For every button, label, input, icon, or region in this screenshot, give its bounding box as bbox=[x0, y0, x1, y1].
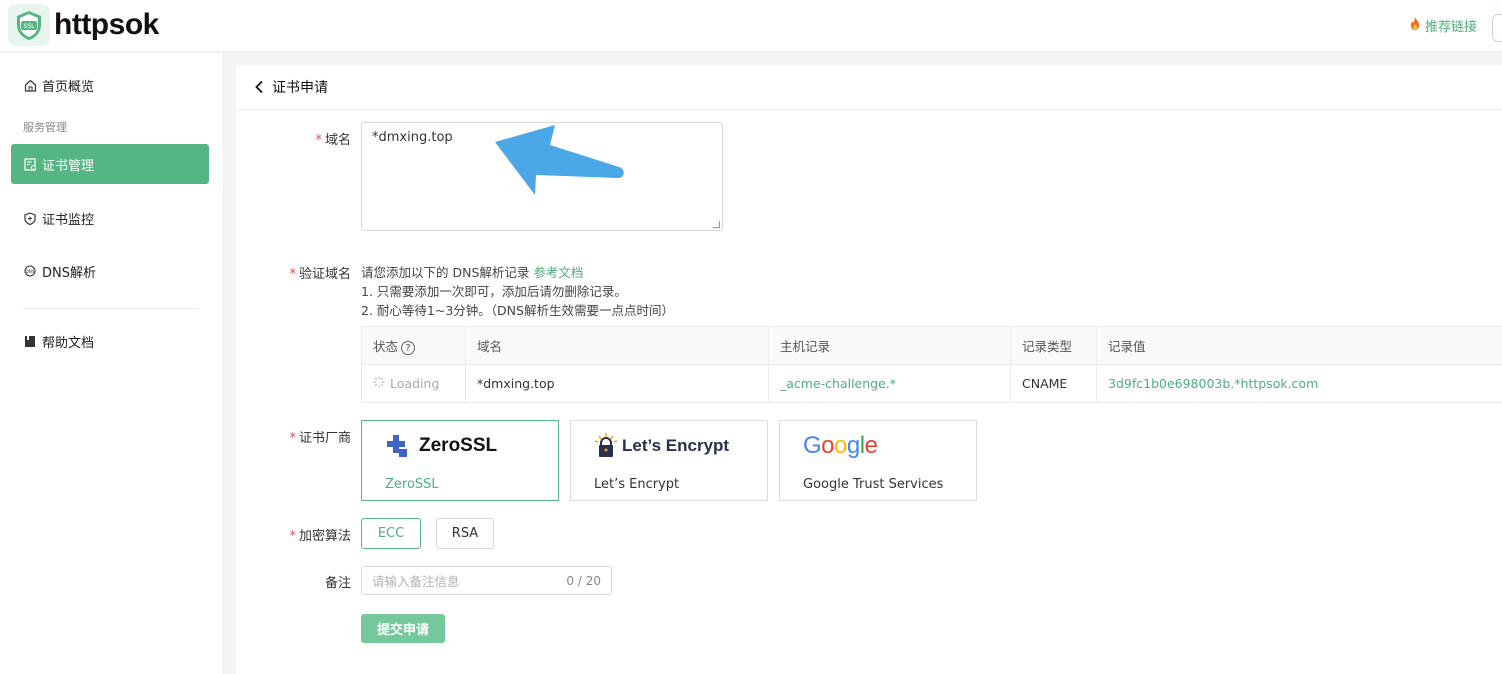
algorithm-label: * 加密算法 bbox=[236, 525, 351, 544]
top-header: SSL httpsok 推荐链接 bbox=[0, 0, 1502, 52]
home-icon bbox=[23, 78, 37, 92]
sidebar-item-cert-management[interactable]: 证书管理 bbox=[11, 144, 209, 184]
resize-handle-icon[interactable] bbox=[713, 221, 720, 228]
vendor-label-text: 证书厂商 bbox=[298, 431, 351, 446]
page-title: 证书申请 bbox=[272, 80, 328, 96]
algo-button-rsa[interactable]: RSA bbox=[436, 518, 494, 549]
sidebar-item-overview[interactable]: 首页概览 bbox=[11, 65, 209, 105]
google-logo-text: Google bbox=[803, 432, 878, 459]
ssl-shield-icon: SSL bbox=[8, 4, 50, 46]
app-name: httpsok bbox=[54, 8, 159, 41]
verify-intro: 请您添加以下的 DNS解析记录 bbox=[361, 265, 534, 280]
column-header-host: 主机记录 bbox=[768, 326, 1011, 365]
host-record-cell[interactable]: _acme-challenge.* bbox=[768, 364, 1011, 403]
sidebar-item-label: DNS解析 bbox=[42, 265, 96, 281]
table-header-row: 状态? 域名 主机记录 记录类型 记录值 bbox=[361, 326, 1502, 365]
vendor-name: Let’s Encrypt bbox=[594, 477, 680, 492]
submit-button[interactable]: 提交申请 bbox=[361, 614, 445, 643]
verify-label: * 验证域名 bbox=[236, 263, 351, 282]
algorithm-label-text: 加密算法 bbox=[298, 529, 351, 544]
fire-icon bbox=[1409, 17, 1421, 34]
back-chevron-icon[interactable] bbox=[254, 80, 268, 94]
sidebar-item-cert-monitor[interactable]: 证书监控 bbox=[11, 198, 209, 238]
letsencrypt-logo-text: Let’s Encrypt bbox=[622, 436, 730, 455]
recommend-link-label: 推荐链接 bbox=[1424, 20, 1477, 35]
algo-button-ecc[interactable]: ECC bbox=[361, 518, 421, 549]
page-header: 证书申请 bbox=[236, 65, 1502, 110]
required-mark: * bbox=[315, 133, 322, 148]
verify-instructions: 请您添加以下的 DNS解析记录 参考文档 1. 只需要添加一次即可，添加后请勿删… bbox=[361, 263, 674, 320]
verify-label-text: 验证域名 bbox=[298, 267, 351, 282]
certificate-icon bbox=[23, 157, 37, 171]
domain-label-text: 域名 bbox=[324, 133, 351, 148]
shield-icon bbox=[23, 211, 37, 225]
column-header-type: 记录类型 bbox=[1010, 326, 1097, 365]
vendor-name: ZeroSSL bbox=[385, 477, 439, 492]
required-mark: * bbox=[289, 267, 296, 282]
record-type-cell: CNAME bbox=[1010, 364, 1097, 403]
column-header-value: 记录值 bbox=[1096, 326, 1502, 365]
main-card: 证书申请 * 域名 *dmxing.top * 验证域名 请您添加以下的 DNS解析… bbox=[236, 65, 1502, 674]
vendor-card-zerossl[interactable]: ZeroSSL ZeroSSL bbox=[361, 420, 559, 501]
sidebar-item-label: 证书管理 bbox=[42, 158, 95, 174]
help-question-icon[interactable]: ? bbox=[401, 341, 416, 356]
vendor-name: Google Trust Services bbox=[803, 477, 944, 492]
record-value-cell[interactable]: 3d9fc1b0e698003b.*httpsok.com bbox=[1096, 364, 1502, 403]
sidebar-divider bbox=[23, 308, 199, 309]
sidebar-item-label: 首页概览 bbox=[42, 79, 95, 95]
column-header-status: 状态? bbox=[361, 326, 466, 365]
required-mark: * bbox=[289, 431, 296, 446]
remark-input[interactable]: 请输入备注信息 0 / 20 bbox=[361, 566, 612, 595]
logo-badge-text: SSL bbox=[24, 23, 36, 30]
reference-doc-link[interactable]: 参考文档 bbox=[533, 265, 583, 280]
dns-record-table: 状态? 域名 主机记录 记录类型 记录值 Loading *dmxing.top… bbox=[361, 326, 1502, 403]
verify-step-2: 2. 耐心等待1~3分钟。（DNS解析生效需要一点点时间） bbox=[361, 303, 674, 318]
app-logo[interactable]: SSL httpsok bbox=[8, 4, 159, 46]
column-header-domain: 域名 bbox=[465, 326, 769, 365]
sidebar: 首页概览 服务管理 证书管理 证书监控 DNS DNS解析 帮助文档 bbox=[0, 53, 224, 674]
recommend-link[interactable]: 推荐链接 bbox=[1409, 16, 1477, 35]
zerossl-logo-text: ZeroSSL bbox=[419, 435, 498, 456]
zerossl-puzzle-icon bbox=[387, 435, 407, 457]
letsencrypt-logo: Let’s Encrypt bbox=[594, 431, 729, 461]
user-menu-edge[interactable] bbox=[1492, 14, 1502, 42]
book-icon bbox=[23, 334, 37, 348]
table-row: Loading *dmxing.top _acme-challenge.* CN… bbox=[361, 364, 1502, 403]
letsencrypt-lock-icon bbox=[594, 433, 618, 457]
domain-label: * 域名 bbox=[236, 129, 351, 148]
status-text: Loading bbox=[390, 376, 440, 391]
domain-value: *dmxing.top bbox=[372, 130, 453, 145]
sidebar-item-label: 帮助文档 bbox=[42, 335, 95, 351]
vendor-card-google[interactable]: Google Google Trust Services bbox=[779, 420, 977, 501]
sidebar-item-dns[interactable]: DNS DNS解析 bbox=[11, 251, 209, 291]
domain-cell: *dmxing.top bbox=[465, 364, 769, 403]
required-mark: * bbox=[289, 529, 296, 544]
svg-text:DNS: DNS bbox=[25, 269, 34, 274]
annotation-arrow-icon bbox=[495, 125, 624, 195]
loading-spinner-icon bbox=[373, 376, 385, 391]
vendor-card-letsencrypt[interactable]: Let’s Encrypt Let’s Encrypt bbox=[570, 420, 768, 501]
sidebar-item-help[interactable]: 帮助文档 bbox=[11, 321, 209, 361]
remark-placeholder: 请输入备注信息 bbox=[372, 574, 460, 589]
dns-icon: DNS bbox=[23, 264, 37, 278]
sidebar-group-label: 服务管理 bbox=[23, 121, 67, 134]
google-logo: Google bbox=[803, 431, 878, 461]
sidebar-item-label: 证书监控 bbox=[42, 212, 95, 228]
verify-step-1: 1. 只需要添加一次即可，添加后请勿删除记录。 bbox=[361, 284, 627, 299]
remark-label: 备注 bbox=[324, 576, 351, 591]
remark-char-counter: 0 / 20 bbox=[566, 573, 601, 588]
zerossl-logo: ZeroSSL bbox=[385, 431, 497, 461]
vendor-label: * 证书厂商 bbox=[236, 427, 351, 446]
status-cell: Loading bbox=[361, 364, 466, 403]
